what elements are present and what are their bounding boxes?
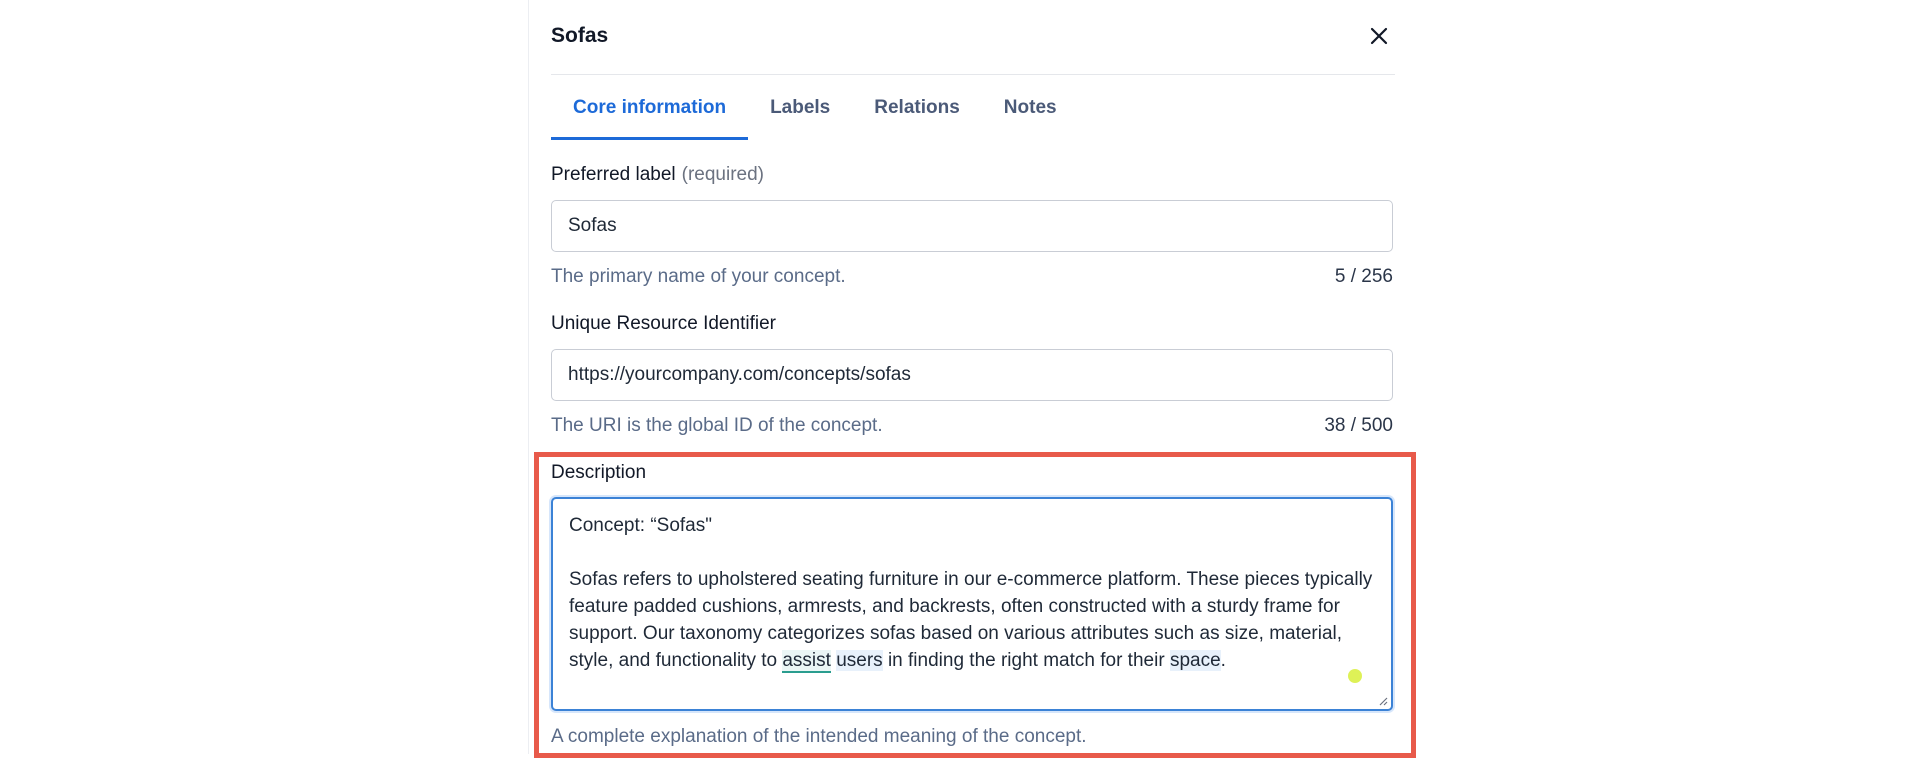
- tab-relations[interactable]: Relations: [852, 74, 982, 140]
- preferred-label-counter: 5 / 256: [1334, 266, 1393, 287]
- concept-edit-panel: Sofas Core information Labels Relations …: [528, 0, 1413, 754]
- preferred-label-label: Preferred label (required): [551, 164, 764, 186]
- resize-handle-icon[interactable]: [1378, 696, 1388, 706]
- spellcheck-mark-assist[interactable]: assist: [782, 650, 831, 673]
- close-button[interactable]: [1363, 20, 1395, 52]
- uri-input[interactable]: [551, 349, 1393, 401]
- required-indicator: (required): [681, 164, 764, 185]
- uri-counter: 38 / 500: [1324, 415, 1393, 436]
- close-icon: [1370, 27, 1388, 45]
- preferred-label-hint: The primary name of your concept.: [551, 266, 846, 287]
- description-line-1: Concept: “Sofas": [569, 515, 712, 536]
- tab-notes[interactable]: Notes: [982, 74, 1079, 140]
- panel-header: Sofas: [551, 0, 1395, 75]
- tab-core-information[interactable]: Core information: [551, 74, 749, 140]
- description-text-b: in finding the right match for their: [882, 650, 1170, 671]
- spellcheck-mark-users[interactable]: users: [836, 650, 883, 671]
- mouse-cursor-indicator: [1348, 669, 1362, 683]
- description-hint: A complete explanation of the intended m…: [551, 726, 1087, 747]
- description-label: Description: [551, 462, 647, 483]
- tab-bar: Core information Labels Relations Notes: [551, 74, 1395, 140]
- panel-title: Sofas: [551, 24, 609, 47]
- description-textarea[interactable]: Concept: “Sofas" Sofas refers to upholst…: [551, 497, 1393, 711]
- uri-label: Unique Resource Identifier: [551, 313, 776, 334]
- spellcheck-mark-space[interactable]: space: [1169, 650, 1221, 671]
- description-paragraph: Sofas refers to upholstered seating furn…: [569, 569, 1373, 673]
- tab-labels[interactable]: Labels: [748, 74, 852, 140]
- uri-hint: The URI is the global ID of the concept.: [551, 415, 883, 436]
- preferred-label-input[interactable]: [551, 200, 1393, 252]
- preferred-label-text: Preferred label: [551, 164, 676, 185]
